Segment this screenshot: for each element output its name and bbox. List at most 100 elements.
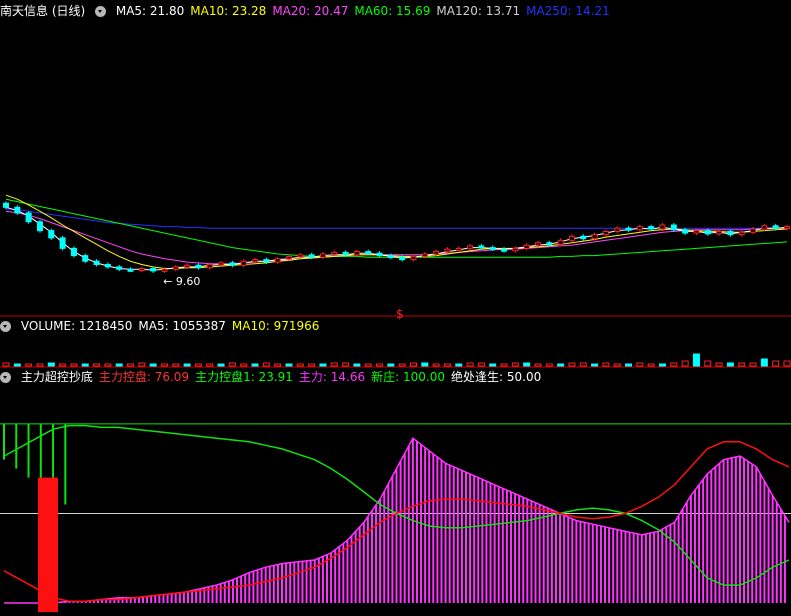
candle — [48, 230, 55, 239]
candle — [195, 264, 202, 269]
volume-bar — [534, 363, 542, 367]
volume-bar — [296, 363, 304, 367]
candle — [693, 230, 700, 234]
volume-bar — [217, 363, 225, 367]
volume-bar — [715, 362, 723, 367]
candle — [704, 230, 711, 235]
candle — [433, 251, 440, 255]
candle — [59, 237, 66, 249]
volume-bar — [625, 363, 633, 367]
volume-bar — [681, 360, 689, 367]
volume-bar — [149, 363, 157, 367]
candle — [274, 258, 281, 263]
candle — [512, 247, 519, 252]
volume-bar — [308, 363, 316, 367]
volume-bar — [330, 362, 338, 367]
candle — [252, 259, 259, 263]
candle — [659, 224, 666, 230]
volume-bar — [104, 363, 112, 367]
volume-bar — [93, 363, 101, 367]
candle — [784, 226, 790, 230]
volume-bar — [160, 363, 168, 367]
volume-bar — [670, 362, 678, 367]
volume-bar — [511, 362, 519, 367]
candle — [3, 202, 9, 208]
volume-bar — [251, 363, 259, 367]
candle — [36, 221, 43, 232]
volume-bar — [692, 353, 700, 367]
volume-bar — [115, 363, 123, 367]
candle — [501, 248, 508, 252]
candle — [614, 227, 621, 232]
volume-bar — [398, 363, 406, 367]
candle — [150, 268, 157, 272]
candle — [172, 266, 179, 270]
candle — [127, 268, 134, 272]
volume-bar — [738, 362, 746, 367]
candle — [455, 247, 462, 251]
volume-bar — [726, 362, 734, 367]
chart-canvas[interactable]: ← 9.60 $ — [0, 0, 791, 616]
candle — [138, 268, 145, 271]
volume-bar — [647, 363, 655, 367]
volume-bar — [240, 363, 248, 367]
candle — [206, 263, 213, 269]
candle — [546, 242, 553, 246]
candle — [716, 230, 723, 235]
volume-bar — [81, 363, 89, 367]
candle — [625, 227, 632, 231]
candle — [750, 228, 757, 233]
low-price-label: ← 9.60 — [163, 275, 200, 288]
candle — [353, 251, 360, 256]
volume-bar — [443, 363, 451, 367]
candle — [240, 260, 247, 266]
volume-bar — [760, 358, 768, 367]
candle — [93, 260, 100, 265]
candle — [727, 230, 734, 236]
volume-bar — [206, 363, 214, 367]
candle — [568, 235, 575, 241]
candle — [342, 251, 349, 256]
candle — [25, 212, 32, 223]
candle — [682, 229, 689, 234]
candle — [319, 253, 326, 258]
volume-bar — [489, 363, 497, 367]
candle — [285, 255, 292, 260]
volume-bar — [353, 363, 361, 367]
candle — [648, 226, 655, 230]
candle — [387, 255, 394, 259]
volume-bar — [183, 363, 191, 367]
volume-bar — [432, 363, 440, 367]
candle — [523, 244, 530, 249]
candle — [399, 256, 406, 261]
volume-bar — [613, 363, 621, 367]
volume-bar — [421, 362, 429, 367]
candle — [772, 225, 779, 229]
volume-bar — [783, 360, 791, 367]
volume-bar — [70, 363, 78, 367]
candle — [602, 230, 609, 236]
candle — [218, 262, 225, 266]
volume-bar — [545, 363, 553, 367]
candle — [70, 247, 77, 257]
volume-bar — [772, 360, 780, 367]
volume-bar — [477, 362, 485, 367]
candle — [636, 226, 643, 231]
volume-bar — [466, 362, 474, 367]
candle — [580, 235, 587, 240]
candle — [467, 245, 474, 249]
volume-bar — [47, 362, 55, 367]
volume-bar — [636, 362, 644, 367]
volume-bar — [194, 363, 202, 367]
volume-bar — [364, 363, 372, 367]
signal-marker: $ — [396, 307, 404, 321]
candle — [761, 225, 768, 230]
candle — [410, 255, 417, 261]
volume-bar — [523, 362, 531, 367]
candle — [478, 245, 485, 249]
chart-window: { "main_panel": { "title": "南天信息 (日线)", … — [0, 0, 791, 616]
volume-bar — [568, 362, 576, 367]
candle — [376, 252, 383, 257]
candle — [308, 254, 315, 258]
volume-bar — [262, 362, 270, 367]
